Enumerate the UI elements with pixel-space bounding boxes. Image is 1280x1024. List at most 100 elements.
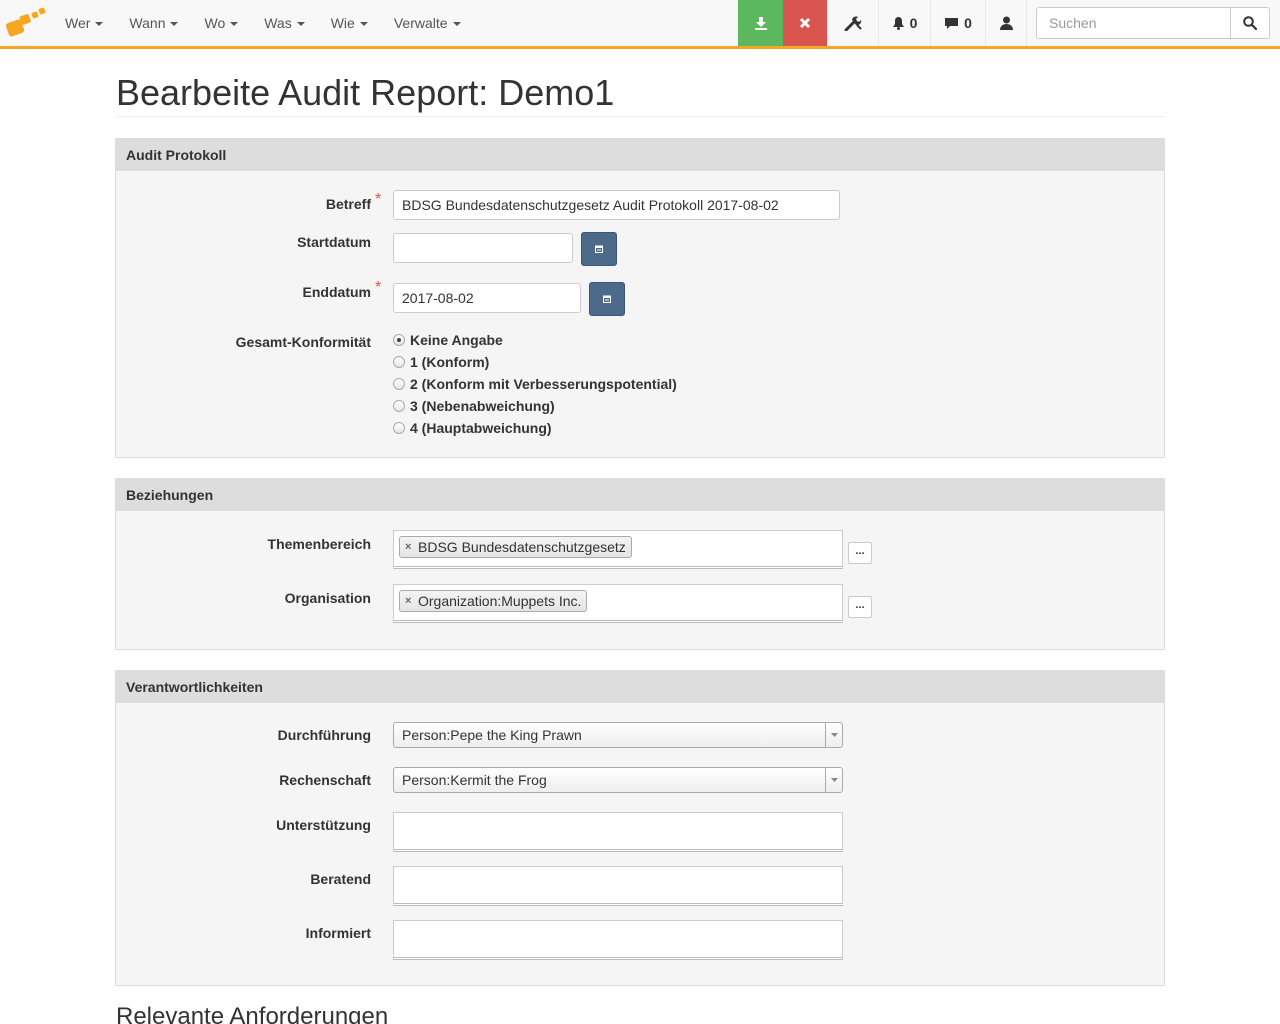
beratend-field[interactable] (393, 866, 843, 906)
caret-down-icon (230, 22, 239, 26)
menu-was-label: Was (264, 15, 292, 31)
organisation-tag: × Organization:Muppets Inc. (399, 590, 588, 612)
radio-button (393, 400, 405, 412)
startdatum-field[interactable] (393, 233, 573, 263)
unterstuetzung-label: Unterstützung (276, 817, 371, 833)
search-input[interactable] (1037, 8, 1230, 38)
panel-heading: Audit Protokoll (116, 139, 1164, 171)
radio-button (393, 356, 405, 368)
menu-wo-label: Wo (204, 15, 226, 31)
menu-wer[interactable]: Wer (52, 0, 116, 46)
betreff-label: Betreff (325, 196, 371, 212)
tag-label: BDSG Bundesdatenschutzgesetz (418, 539, 626, 555)
enddatum-field[interactable] (393, 283, 581, 313)
bell-icon (892, 17, 904, 30)
themenbereich-more-button[interactable]: ... (848, 542, 872, 564)
radio-hauptabweichung[interactable]: 4 (Hauptabweichung) (393, 418, 552, 438)
comment-icon (945, 17, 959, 29)
panel-heading: Verantwortlichkeiten (116, 671, 1164, 703)
menu-wo[interactable]: Wo (191, 0, 251, 46)
notifications-button[interactable]: 0 (878, 0, 930, 46)
rechenschaft-label: Rechenschaft (279, 772, 371, 788)
informiert-label: Informiert (305, 925, 371, 941)
caret-down-icon (95, 22, 104, 26)
required-asterisk-icon: * (375, 279, 382, 296)
radio-konform[interactable]: 1 (Konform) (393, 352, 489, 372)
nav-actions: 0 0 (738, 0, 1027, 46)
remove-tag-icon[interactable]: × (405, 591, 411, 611)
save-button[interactable] (738, 0, 783, 46)
startdatum-calendar-button[interactable] (581, 232, 617, 266)
menu-wie[interactable]: Wie (318, 0, 381, 46)
menu-wann-label: Wann (129, 15, 166, 31)
radio-label: 2 (Konform mit Verbesserungspotential) (410, 376, 677, 392)
unterstuetzung-field[interactable] (393, 812, 843, 852)
organisation-more-button[interactable]: ... (848, 596, 872, 618)
caret-down-icon (296, 22, 305, 26)
search-icon (1243, 16, 1257, 30)
top-navbar: Wer Wann Wo Was Wie Verwalte 0 0 (0, 0, 1280, 49)
enddatum-calendar-button[interactable] (589, 282, 625, 316)
betreff-field[interactable] (393, 190, 840, 220)
menu-wann[interactable]: Wann (116, 0, 191, 46)
organisation-field[interactable]: × Organization:Muppets Inc. (393, 584, 843, 623)
beratend-label: Beratend (310, 871, 371, 887)
enddatum-label: Enddatum (302, 284, 371, 300)
messages-button[interactable]: 0 (930, 0, 985, 46)
themenbereich-tag: × BDSG Bundesdatenschutzgesetz (399, 536, 632, 558)
themenbereich-label: Themenbereich (267, 536, 371, 552)
notifications-count: 0 (909, 15, 918, 31)
radio-label: 1 (Konform) (410, 354, 490, 370)
menu-wie-label: Wie (330, 15, 355, 31)
radio-label: Keine Angabe (410, 332, 503, 348)
search-box (1036, 7, 1270, 39)
download-icon (754, 17, 767, 30)
menu-was[interactable]: Was (251, 0, 317, 46)
radio-button (393, 378, 405, 390)
radio-keine-angabe[interactable]: Keine Angabe (393, 330, 503, 350)
calendar-icon (603, 295, 611, 303)
panel-beziehungen: Beziehungen Themenbereich × BDSG Bundesd… (115, 478, 1165, 650)
informiert-field[interactable] (393, 920, 843, 960)
konformitaet-label: Gesamt-Konformität (235, 334, 371, 350)
required-asterisk-icon: * (375, 191, 382, 208)
dropdown-arrow-icon (825, 768, 842, 792)
radio-button (393, 422, 405, 434)
radio-label: 4 (Hauptabweichung) (410, 420, 552, 436)
select-value: Person:Pepe the King Prawn (402, 727, 582, 743)
caret-down-icon (359, 22, 368, 26)
page-title: Bearbeite Audit Report: Demo1 (116, 72, 1165, 117)
menu-verwalte-label: Verwalte (393, 15, 448, 31)
panel-audit-protokoll: Audit Protokoll Betreff * Startdatum End… (115, 138, 1165, 458)
tools-button[interactable] (827, 0, 878, 46)
radio-verbesserungspotential[interactable]: 2 (Konform mit Verbesserungspotential) (393, 374, 677, 394)
tag-label: Organization:Muppets Inc. (418, 593, 582, 609)
close-icon (799, 17, 811, 29)
rechenschaft-select[interactable]: Person:Kermit the Frog (393, 767, 843, 793)
radio-nebenabweichung[interactable]: 3 (Nebenabweichung) (393, 396, 555, 416)
cancel-button[interactable] (783, 0, 827, 46)
radio-label: 3 (Nebenabweichung) (410, 398, 555, 414)
user-button[interactable] (985, 0, 1027, 46)
wrench-icon (844, 16, 862, 31)
select-value: Person:Kermit the Frog (402, 772, 547, 788)
search-button[interactable] (1230, 8, 1269, 38)
calendar-icon (595, 245, 603, 253)
caret-down-icon (170, 22, 179, 26)
user-icon (999, 16, 1013, 30)
panel-verantwortlichkeiten: Verantwortlichkeiten Durchführung Person… (115, 670, 1165, 986)
brand-logo[interactable] (5, 7, 48, 39)
durchfuehrung-label: Durchführung (277, 727, 371, 743)
main-menu: Wer Wann Wo Was Wie Verwalte (52, 0, 474, 46)
panel-heading: Beziehungen (116, 479, 1164, 511)
radio-button-checked (393, 334, 405, 346)
section-title-relevante-anforderungen: Relevante Anforderungen (116, 1003, 389, 1024)
dropdown-arrow-icon (825, 723, 842, 747)
caret-down-icon (452, 22, 461, 26)
themenbereich-field[interactable]: × BDSG Bundesdatenschutzgesetz (393, 530, 843, 569)
menu-verwalte[interactable]: Verwalte (381, 0, 474, 46)
durchfuehrung-select[interactable]: Person:Pepe the King Prawn (393, 722, 843, 748)
remove-tag-icon[interactable]: × (405, 537, 411, 557)
organisation-label: Organisation (284, 590, 371, 606)
startdatum-label: Startdatum (297, 234, 371, 250)
